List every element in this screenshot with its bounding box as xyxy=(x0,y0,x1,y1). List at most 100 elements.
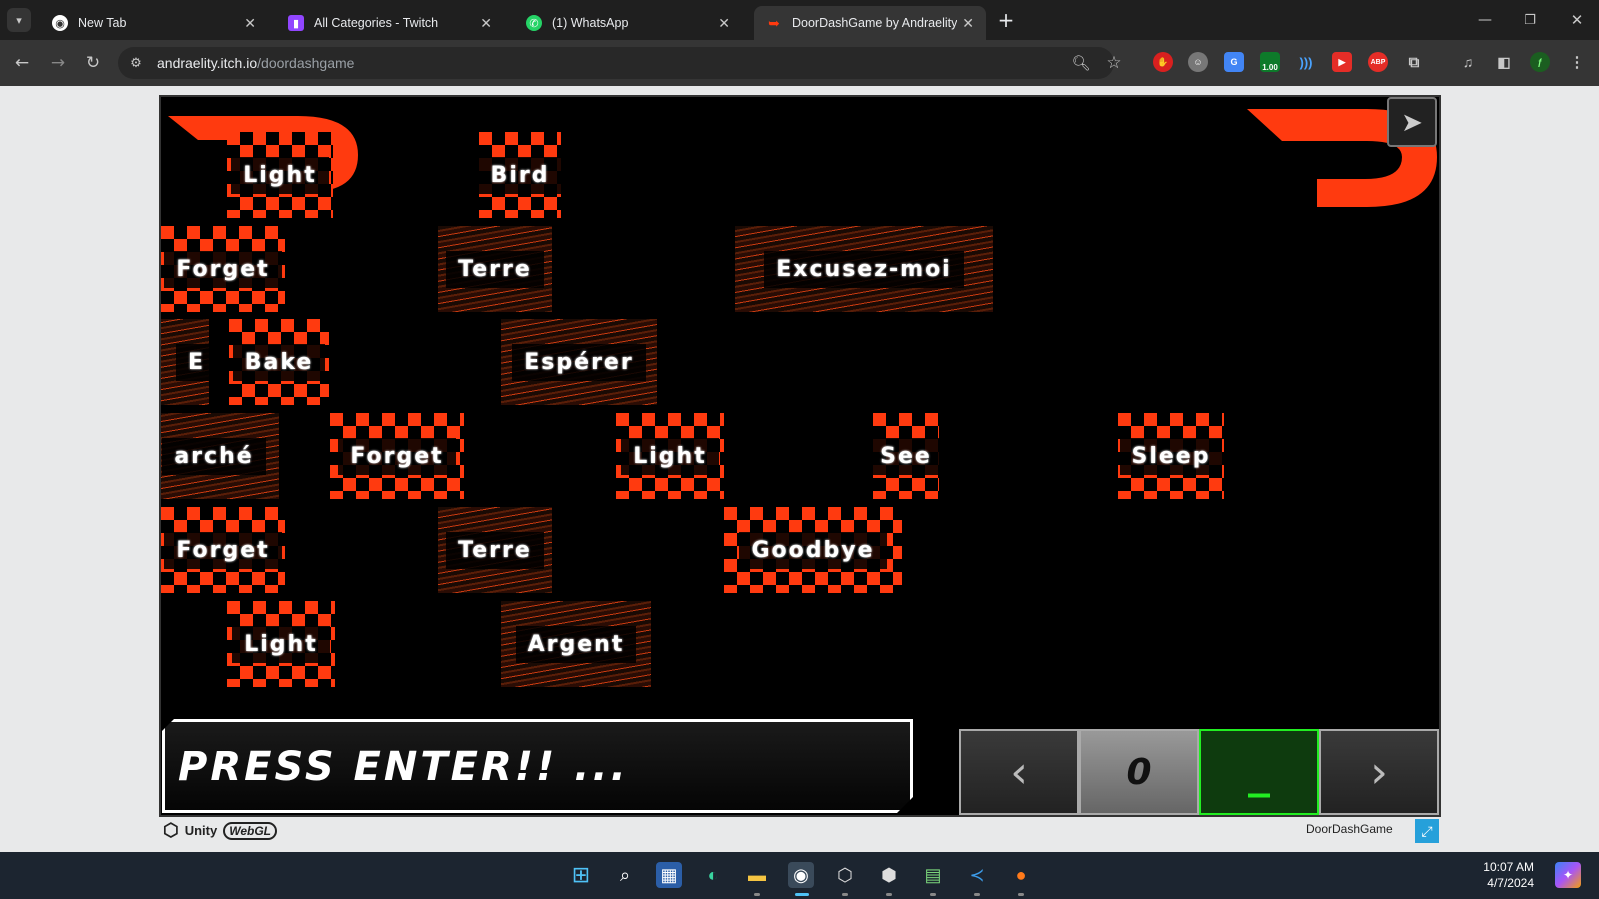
unity-icon[interactable]: ⬢ xyxy=(876,862,902,888)
store-icon[interactable]: ▦ xyxy=(656,862,682,888)
sidepanel-icon[interactable]: ◧ xyxy=(1494,52,1514,72)
system-clock[interactable]: 10:07 AM 4/7/2024 xyxy=(1464,859,1534,891)
minimize-icon[interactable]: — xyxy=(1473,8,1497,32)
restore-icon[interactable]: ❐ xyxy=(1518,8,1542,32)
menu-icon[interactable]: ⋮ xyxy=(1567,52,1587,72)
word-label: See xyxy=(868,437,944,475)
tab-new-tab[interactable]: ◉ New Tab ✕ xyxy=(40,6,268,40)
edge-icon[interactable]: ◐ xyxy=(700,862,726,888)
word-label: Bird xyxy=(478,156,562,194)
forward-icon[interactable]: → xyxy=(46,51,70,75)
windows-start-icon[interactable]: ⊞ xyxy=(568,862,594,888)
back-icon[interactable]: ← xyxy=(10,51,34,75)
running-indicator xyxy=(754,893,760,896)
word-tile: Espérer xyxy=(501,319,657,405)
tab-whatsapp[interactable]: ✆ (1) WhatsApp ✕ xyxy=(514,6,742,40)
word-tile: Goodbye xyxy=(724,507,902,593)
reload-icon[interactable]: ↻ xyxy=(81,51,105,75)
running-indicator xyxy=(974,893,980,896)
firefox-icon[interactable]: ● xyxy=(1008,862,1034,888)
site-info-icon[interactable]: ⚙ xyxy=(124,51,148,75)
word-tile: Terre xyxy=(438,226,552,312)
tab-search-dropdown-icon[interactable]: ▾ xyxy=(7,8,31,32)
score-display: 0 xyxy=(1079,729,1199,815)
bookmark-star-icon[interactable]: ☆ xyxy=(1102,51,1126,75)
copilot-icon[interactable]: ✦ xyxy=(1555,862,1581,888)
avatar-ext-icon[interactable]: ☺ xyxy=(1188,52,1208,72)
word-tile: Forget xyxy=(330,413,464,499)
media-icon[interactable]: ♫ xyxy=(1458,52,1478,72)
word-tile: Forget xyxy=(161,507,285,593)
unity-logo-icon: ⬡ xyxy=(163,820,179,840)
tab-title: (1) WhatsApp xyxy=(552,16,629,30)
game-name-label: DoorDashGame xyxy=(1306,822,1393,836)
active-indicator xyxy=(795,893,809,896)
game-footer xyxy=(159,817,1441,845)
word-tile: Terre xyxy=(438,507,552,593)
game-canvas[interactable]: Light Bird Forget Terre Excusez-moi E Ba… xyxy=(159,95,1441,817)
new-tab-button[interactable]: + xyxy=(994,8,1018,32)
notepad-icon[interactable]: ▤ xyxy=(920,862,946,888)
word-label: Forget xyxy=(164,250,282,288)
vscode-icon[interactable]: ≺ xyxy=(964,862,990,888)
search-icon[interactable]: ⌕ xyxy=(612,862,638,888)
word-label: Goodbye xyxy=(739,531,887,569)
url-text[interactable]: andraelity.itch.io/doordashgame xyxy=(157,55,354,71)
word-tile: Bake xyxy=(229,319,329,405)
tab-doordashgame[interactable]: ➥ DoorDashGame by Andraelity ✕ xyxy=(754,6,986,40)
unity-label: Unity xyxy=(184,823,218,838)
puzzle-icon[interactable]: ⧉ xyxy=(1404,52,1424,72)
translate-icon[interactable]: G xyxy=(1224,52,1244,72)
unity-hub-icon[interactable]: ⬡ xyxy=(832,862,858,888)
word-label: Sleep xyxy=(1119,437,1223,475)
word-tile: Excusez-moi xyxy=(735,226,993,312)
word-label: Light xyxy=(621,437,719,475)
tab-title: All Categories - Twitch xyxy=(314,16,439,30)
chrome-icon[interactable]: ◉ xyxy=(788,862,814,888)
word-label: Excusez-moi xyxy=(764,250,964,288)
word-tile: arché xyxy=(161,413,279,499)
red-play-icon[interactable]: ▶ xyxy=(1332,52,1352,72)
word-label: Espérer xyxy=(512,343,646,381)
clock-time: 10:07 AM xyxy=(1483,860,1534,874)
zoom-icon[interactable]: 🔍︎ xyxy=(1069,51,1093,75)
clock-date: 4/7/2024 xyxy=(1487,876,1534,890)
prev-button[interactable]: ‹ xyxy=(959,729,1079,815)
close-tab-icon[interactable]: ✕ xyxy=(718,15,730,32)
chrome-icon: ◉ xyxy=(52,15,68,31)
file-explorer-icon[interactable]: ▬ xyxy=(744,862,770,888)
running-indicator xyxy=(930,893,936,896)
navigation-arrow-icon[interactable]: ➤ xyxy=(1387,97,1437,147)
adblock-hand-icon[interactable]: ✋ xyxy=(1153,52,1173,72)
unity-badge: ⬡ Unity WebGL xyxy=(163,820,277,841)
word-tile: Light xyxy=(616,413,724,499)
abp-icon[interactable]: ABP xyxy=(1368,52,1388,72)
speed-badge: 1.00 xyxy=(1262,63,1278,72)
next-button[interactable]: › xyxy=(1319,729,1439,815)
word-label: Terre xyxy=(446,531,544,569)
running-indicator xyxy=(1018,893,1024,896)
tab-title: DoorDashGame by Andraelity xyxy=(792,16,958,30)
word-label: E xyxy=(175,343,209,381)
doordash-icon: ➥ xyxy=(768,14,780,31)
close-window-icon[interactable]: ✕ xyxy=(1565,8,1589,32)
word-tile: Bird xyxy=(478,132,562,218)
speed-1.00-icon[interactable]: 1.00 xyxy=(1260,52,1280,72)
word-label: Argent xyxy=(515,625,637,663)
close-tab-icon[interactable]: ✕ xyxy=(962,15,974,32)
profile-icon[interactable]: ƒ xyxy=(1530,52,1550,72)
word-tile: Light xyxy=(227,132,333,218)
word-tile: See xyxy=(868,413,944,499)
word-label: Terre xyxy=(446,250,544,288)
word-tile: Light xyxy=(227,601,335,687)
fullscreen-icon[interactable]: ⤢ xyxy=(1415,819,1439,843)
close-tab-icon[interactable]: ✕ xyxy=(480,15,492,32)
tab-twitch[interactable]: ▮ All Categories - Twitch ✕ xyxy=(276,6,504,40)
word-label: Forget xyxy=(338,437,456,475)
close-tab-icon[interactable]: ✕ xyxy=(244,15,256,32)
audio-icon[interactable]: ))) xyxy=(1296,52,1316,72)
word-tile: Sleep xyxy=(1118,413,1224,499)
word-label: Light xyxy=(232,625,330,663)
word-label: Light xyxy=(231,156,329,194)
running-indicator xyxy=(842,893,848,896)
